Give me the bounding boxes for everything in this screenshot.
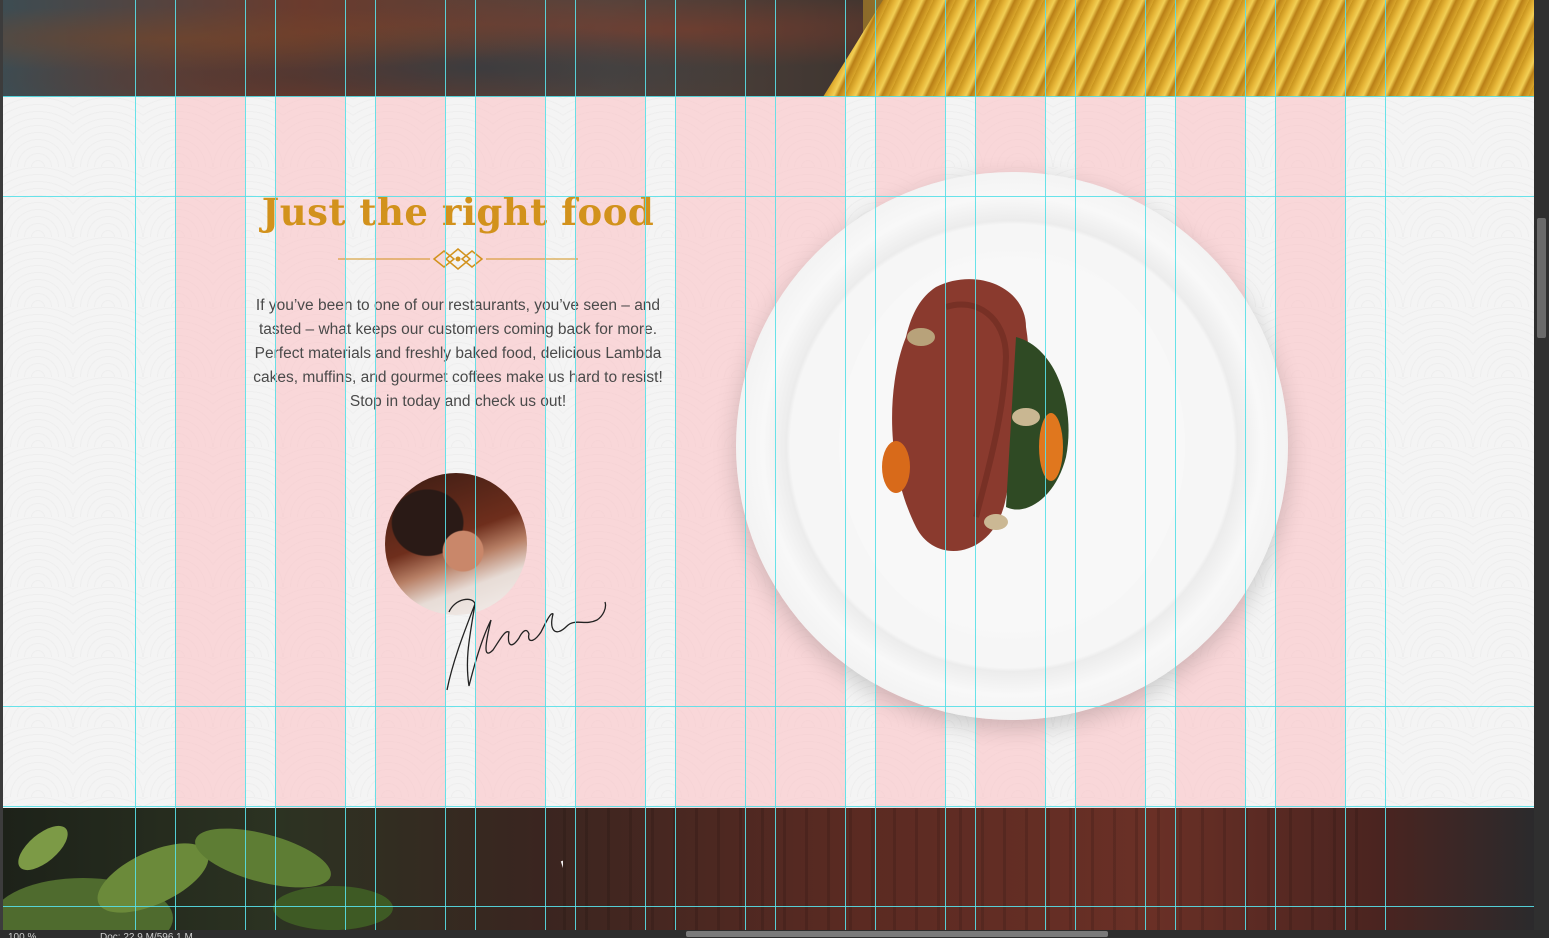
vertical-guide[interactable]: [375, 0, 376, 930]
wood-texture-image: [563, 808, 1363, 930]
vertical-guide[interactable]: [135, 0, 136, 930]
vertical-guide[interactable]: [275, 0, 276, 930]
vertical-guide[interactable]: [875, 0, 876, 930]
plate-image: [736, 172, 1288, 720]
vertical-guide[interactable]: [775, 0, 776, 930]
vertical-guide[interactable]: [1175, 0, 1176, 930]
divider-ornament-icon: [338, 248, 578, 270]
vertical-guide[interactable]: [745, 0, 746, 930]
about-content: Just the right food If you’ve been to on…: [235, 190, 681, 414]
vertical-guide[interactable]: [1075, 0, 1076, 930]
vertical-guide[interactable]: [645, 0, 646, 930]
vertical-guide[interactable]: [175, 0, 176, 930]
vertical-guide[interactable]: [975, 0, 976, 930]
vertical-guide[interactable]: [345, 0, 346, 930]
top-photo-band: [3, 0, 1534, 97]
vertical-guide[interactable]: [675, 0, 676, 930]
vertical-scrollbar[interactable]: [1534, 0, 1549, 930]
section-intro-text: If you’ve been to one of our restaurants…: [253, 297, 663, 410]
vertical-guide[interactable]: [1045, 0, 1046, 930]
vertical-guide[interactable]: [845, 0, 846, 930]
vertical-guide[interactable]: [1385, 0, 1386, 930]
zoom-readout[interactable]: 100 %: [8, 930, 36, 938]
vertical-guide[interactable]: [245, 0, 246, 930]
steak-icon: [882, 279, 1069, 551]
document-canvas: Just the right food If you’ve been to on…: [3, 0, 1534, 930]
doc-size-readout: Doc: 22.9 M/596.1 M: [100, 932, 193, 938]
vertical-guide[interactable]: [1275, 0, 1276, 930]
horizontal-guide[interactable]: [3, 906, 1534, 907]
vertical-guide[interactable]: [1345, 0, 1346, 930]
horizontal-guide[interactable]: [3, 196, 1534, 197]
vertical-guide[interactable]: [445, 0, 446, 930]
stone-texture-image: [3, 0, 863, 97]
basil-leaves-image: [3, 825, 563, 930]
vertical-guide[interactable]: [545, 0, 546, 930]
vertical-guide[interactable]: [1245, 0, 1246, 930]
horizontal-guide[interactable]: [3, 96, 1534, 97]
pasta-image: [823, 0, 1534, 97]
vertical-guide[interactable]: [1145, 0, 1146, 930]
vertical-guide[interactable]: [475, 0, 476, 930]
vertical-guide[interactable]: [945, 0, 946, 930]
vertical-scrollbar-thumb[interactable]: [1537, 218, 1546, 338]
horizontal-guide[interactable]: [3, 706, 1534, 707]
signature: [446, 598, 607, 691]
bottom-photo-band: [3, 808, 1534, 930]
horizontal-scrollbar-thumb[interactable]: [686, 931, 1108, 937]
vertical-guide[interactable]: [575, 0, 576, 930]
horizontal-guide[interactable]: [3, 806, 1534, 807]
